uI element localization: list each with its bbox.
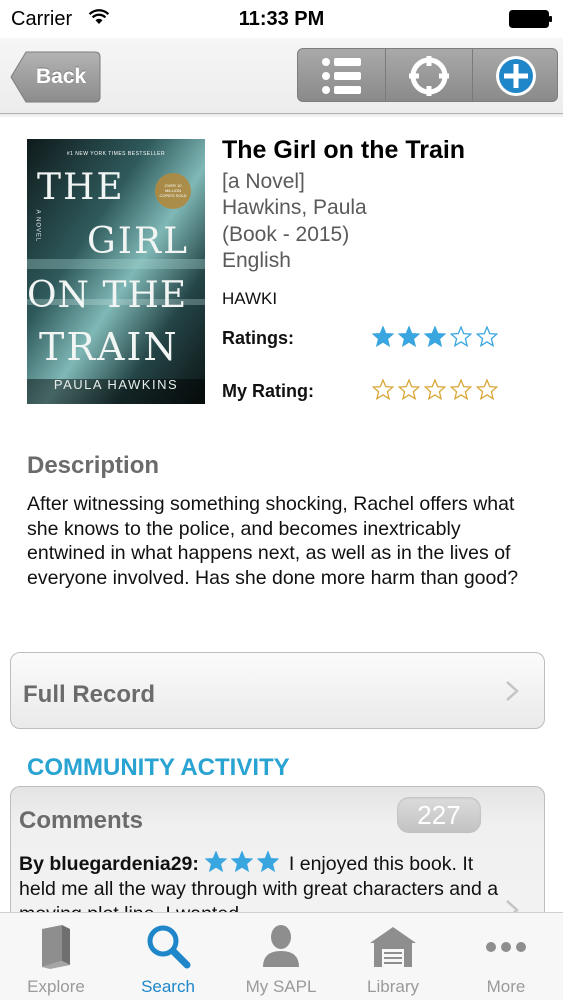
- ratings-stars: [372, 326, 498, 348]
- tab-library-label: Library: [367, 977, 419, 996]
- list-button[interactable]: [298, 49, 385, 101]
- ratings-star-icon-2: [398, 326, 420, 348]
- locate-icon: [409, 56, 449, 96]
- tab-my-sapl[interactable]: My SAPL: [225, 913, 337, 1000]
- book-title: The Girl on the Train: [222, 136, 466, 164]
- ratings-star-icon-4: [450, 326, 472, 348]
- tab-search[interactable]: Search: [112, 913, 224, 1000]
- book-format: (Book - 2015): [222, 223, 350, 246]
- cover-sticker-text: OVER 10 MILLION COPIES SOLD: [159, 183, 187, 198]
- cover-title-line-4: TRAIN: [39, 325, 179, 369]
- status-time: 11:33 PM: [238, 8, 325, 30]
- back-label: Back: [36, 65, 87, 88]
- call-number: HAWKI: [222, 289, 278, 308]
- ratings-star-icon-5: [476, 326, 498, 348]
- add-circle-icon: [496, 56, 536, 96]
- status-bar: Carrier 11:33 PM: [0, 0, 563, 38]
- comment-star-icon-2: [230, 851, 253, 873]
- comments-label: Comments: [19, 807, 144, 834]
- tab-explore[interactable]: Explore: [0, 913, 112, 1000]
- person-icon: [263, 925, 299, 967]
- cover-title-line-2: GIRL: [87, 221, 189, 262]
- full-record-row[interactable]: Full Record: [10, 652, 545, 729]
- tab-search-label: Search: [141, 977, 195, 996]
- my-rating-star-icon-4[interactable]: [450, 379, 472, 401]
- comment-author: By bluegardenia29:: [19, 853, 199, 875]
- my-rating-star-icon-3[interactable]: [424, 379, 446, 401]
- comment-star-icon-1: [204, 851, 227, 873]
- book-cover-image[interactable]: #1 NEW YORK TIMES BESTSELLER OVER 10 MIL…: [27, 139, 205, 404]
- battery-icon: [509, 10, 552, 28]
- comment-star-icon-3: [256, 851, 279, 873]
- cover-title-line-1: THE: [37, 167, 125, 208]
- tab-explore-label: Explore: [27, 977, 85, 996]
- ratings-star-icon-3: [424, 326, 446, 348]
- back-button[interactable]: Back: [10, 51, 101, 103]
- description-text: After witnessing something shocking, Rac…: [27, 493, 519, 589]
- community-activity-heading: COMMUNITY ACTIVITY: [27, 754, 290, 781]
- my-rating-star-icon-1[interactable]: [372, 379, 394, 401]
- my-rating-stars[interactable]: [372, 379, 498, 401]
- search-icon: [147, 925, 191, 969]
- full-record-label: Full Record: [23, 681, 156, 708]
- tab-my-sapl-label: My SAPL: [245, 977, 317, 996]
- my-rating-label: My Rating:: [222, 381, 314, 401]
- cover-banner-text: #1 NEW YORK TIMES BESTSELLER: [66, 151, 166, 157]
- ratings-star-icon-1: [372, 326, 394, 348]
- cover-title-line-3: ON THE: [27, 275, 188, 316]
- my-rating-star-icon-5[interactable]: [476, 379, 498, 401]
- chevron-right-icon: [506, 681, 519, 701]
- tab-library[interactable]: Library: [337, 913, 449, 1000]
- comment-rating-stars: [204, 851, 279, 873]
- book-icon: [42, 925, 70, 969]
- comments-count-badge: 227: [397, 797, 481, 833]
- locate-button[interactable]: [385, 49, 472, 101]
- navigation-bar: Back: [0, 38, 563, 118]
- book-language: English: [222, 249, 291, 272]
- my-rating-star-icon-2[interactable]: [398, 379, 420, 401]
- library-icon: [370, 927, 416, 967]
- cover-author-text: PAULA HAWKINS: [53, 377, 179, 392]
- cover-novel-text: A NOVEL: [34, 209, 41, 243]
- tab-bar: Explore Search My SAPL Library More: [0, 912, 563, 1000]
- description-heading: Description: [27, 452, 160, 479]
- book-subtitle: [a Novel]: [222, 170, 305, 193]
- tab-more-label: More: [486, 977, 526, 996]
- ratings-label: Ratings:: [222, 328, 294, 348]
- more-icon: [486, 942, 526, 952]
- action-segmented-control: [297, 48, 558, 102]
- book-author: Hawkins, Paula: [222, 196, 367, 219]
- list-icon: [321, 58, 361, 94]
- add-button[interactable]: [472, 49, 557, 101]
- tab-more[interactable]: More: [450, 913, 562, 1000]
